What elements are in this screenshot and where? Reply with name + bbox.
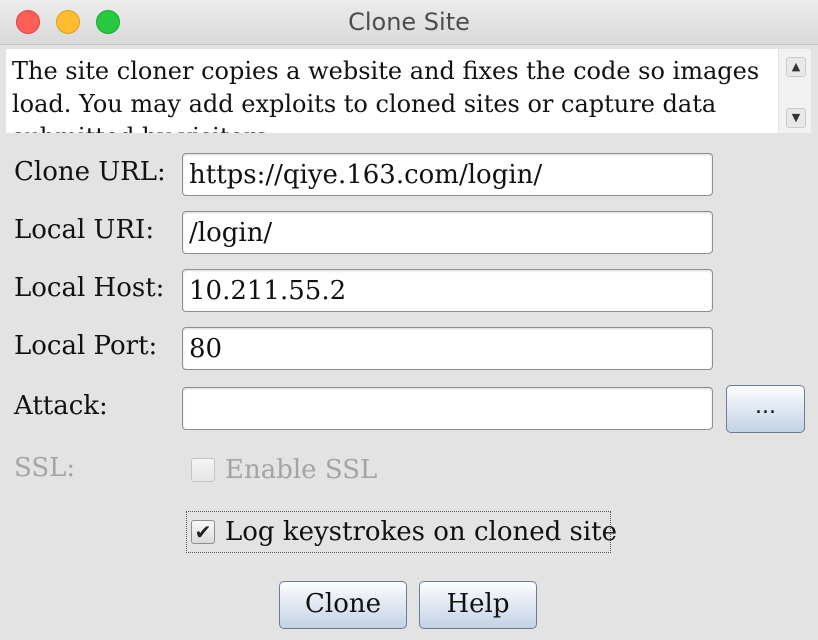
log-keystrokes-checkbox-icon[interactable]: ✔: [191, 520, 215, 544]
enable-ssl-checkbox-icon[interactable]: [191, 458, 215, 482]
enable-ssl-checkbox-row[interactable]: Enable SSL: [191, 455, 377, 485]
log-keystrokes-checkbox-row[interactable]: ✔ Log keystrokes on cloned site: [191, 517, 617, 547]
window-title: Clone Site: [348, 8, 470, 36]
local-port-label: Local Port:: [14, 331, 158, 361]
description-text: The site cloner copies a website and fix…: [12, 57, 760, 133]
enable-ssl-label: Enable SSL: [225, 455, 378, 485]
attack-label: Attack:: [14, 391, 108, 421]
attack-input[interactable]: [183, 388, 712, 429]
clone-url-field[interactable]: [182, 153, 713, 196]
local-host-label: Local Host:: [14, 273, 165, 303]
attack-browse-button[interactable]: ...: [726, 385, 805, 433]
clone-url-label: Clone URL:: [14, 157, 166, 187]
title-bar: Clone Site: [0, 0, 818, 45]
local-host-field[interactable]: [182, 269, 713, 312]
description-scrollbar[interactable]: ▲ ▼: [778, 49, 811, 133]
local-port-field[interactable]: [182, 327, 713, 370]
scroll-up-arrow-icon[interactable]: ▲: [786, 57, 806, 77]
help-button[interactable]: Help: [419, 581, 537, 629]
local-uri-label: Local URI:: [14, 215, 155, 245]
clone-url-input[interactable]: [183, 154, 712, 195]
clone-button[interactable]: Clone: [279, 581, 407, 629]
local-uri-field[interactable]: [182, 211, 713, 254]
local-uri-input[interactable]: [183, 212, 712, 253]
attack-field[interactable]: [182, 387, 713, 430]
local-host-input[interactable]: [183, 270, 712, 311]
clone-site-window: Clone Site The site cloner copies a webs…: [0, 0, 818, 640]
log-keystrokes-label: Log keystrokes on cloned site: [225, 517, 618, 547]
scroll-down-arrow-icon[interactable]: ▼: [786, 108, 806, 128]
description-panel[interactable]: The site cloner copies a website and fix…: [6, 49, 811, 133]
ssl-label: SSL:: [14, 453, 76, 483]
local-port-input[interactable]: [183, 328, 712, 369]
